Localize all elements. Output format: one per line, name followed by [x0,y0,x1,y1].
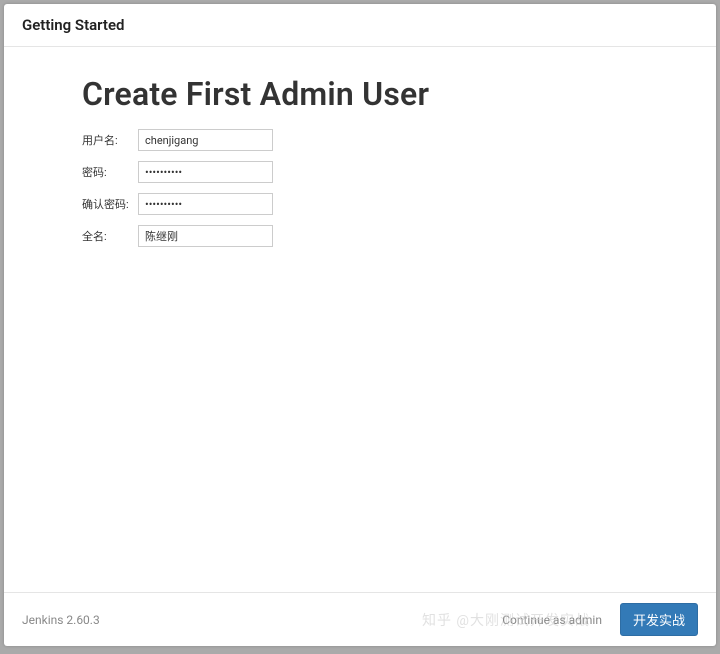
save-and-finish-button[interactable]: 开发实战 [620,603,698,636]
password-input[interactable] [138,161,273,183]
continue-as-admin-button[interactable]: Continue as admin [494,609,610,631]
confirm-password-label: 确认密码: [82,196,138,212]
setup-wizard-modal: Getting Started Create First Admin User … [4,4,716,646]
form-row-fullname: 全名: [82,225,656,247]
fullname-input[interactable] [138,225,273,247]
username-label: 用户名: [82,132,138,148]
form-row-username: 用户名: [82,129,656,151]
fullname-label: 全名: [82,228,138,244]
password-label: 密码: [82,164,138,180]
modal-body: Create First Admin User 用户名: 密码: 确认密码: 全… [4,47,716,592]
form-row-password: 密码: [82,161,656,183]
modal-title: Getting Started [22,16,124,34]
form-row-confirm: 确认密码: [82,193,656,215]
footer-actions: Continue as admin 开发实战 [494,603,698,636]
modal-header: Getting Started [4,4,716,47]
confirm-password-input[interactable] [138,193,273,215]
modal-footer: Jenkins 2.60.3 Continue as admin 开发实战 [4,592,716,646]
page-title: Create First Admin User [82,75,656,113]
jenkins-version: Jenkins 2.60.3 [22,613,100,627]
username-input[interactable] [138,129,273,151]
